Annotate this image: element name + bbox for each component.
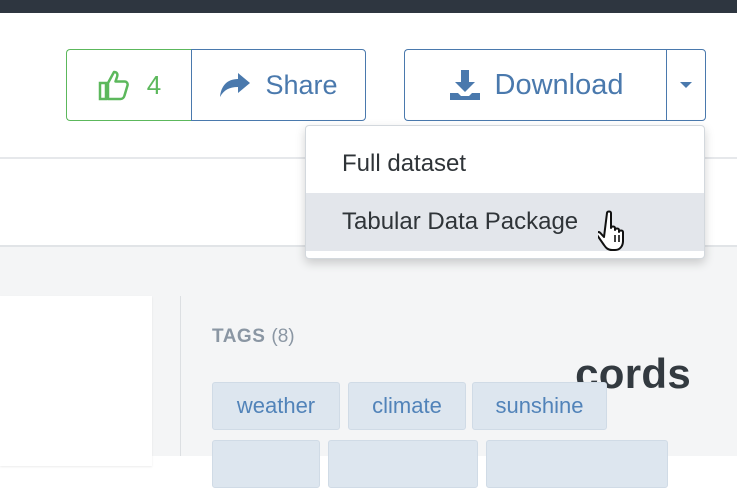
download-icon — [449, 70, 480, 100]
download-dropdown-toggle[interactable] — [666, 49, 706, 121]
tag-partial[interactable] — [486, 440, 668, 488]
tags-label: TAGS — [212, 326, 266, 347]
tag-weather[interactable]: weather — [212, 382, 340, 430]
top-nav-bar — [0, 0, 737, 13]
thumbs-up-icon — [98, 70, 129, 101]
tags-heading: TAGS (8) — [212, 326, 295, 348]
like-button[interactable]: 4 — [66, 49, 191, 121]
dataset-card — [0, 296, 152, 466]
download-menu: Full dataset Tabular Data Package — [305, 125, 705, 259]
tag-partial[interactable] — [212, 440, 320, 488]
menu-item-tabular-data-package[interactable]: Tabular Data Package — [306, 193, 704, 251]
tags-count: (8) — [271, 326, 295, 347]
tag-climate[interactable]: climate — [348, 382, 466, 430]
column-divider — [180, 296, 181, 456]
caret-down-icon — [680, 82, 692, 88]
download-button[interactable]: Download — [404, 49, 667, 121]
tag-sunshine[interactable]: sunshine — [472, 382, 607, 430]
share-label: Share — [265, 69, 338, 100]
download-label: Download — [494, 68, 624, 101]
like-count: 4 — [146, 69, 162, 100]
tag-partial[interactable] — [328, 440, 478, 488]
menu-item-full-dataset[interactable]: Full dataset — [306, 135, 704, 193]
share-arrow-icon — [220, 73, 251, 97]
hand-pointer-cursor-icon — [598, 210, 624, 251]
share-button[interactable]: Share — [191, 49, 366, 121]
